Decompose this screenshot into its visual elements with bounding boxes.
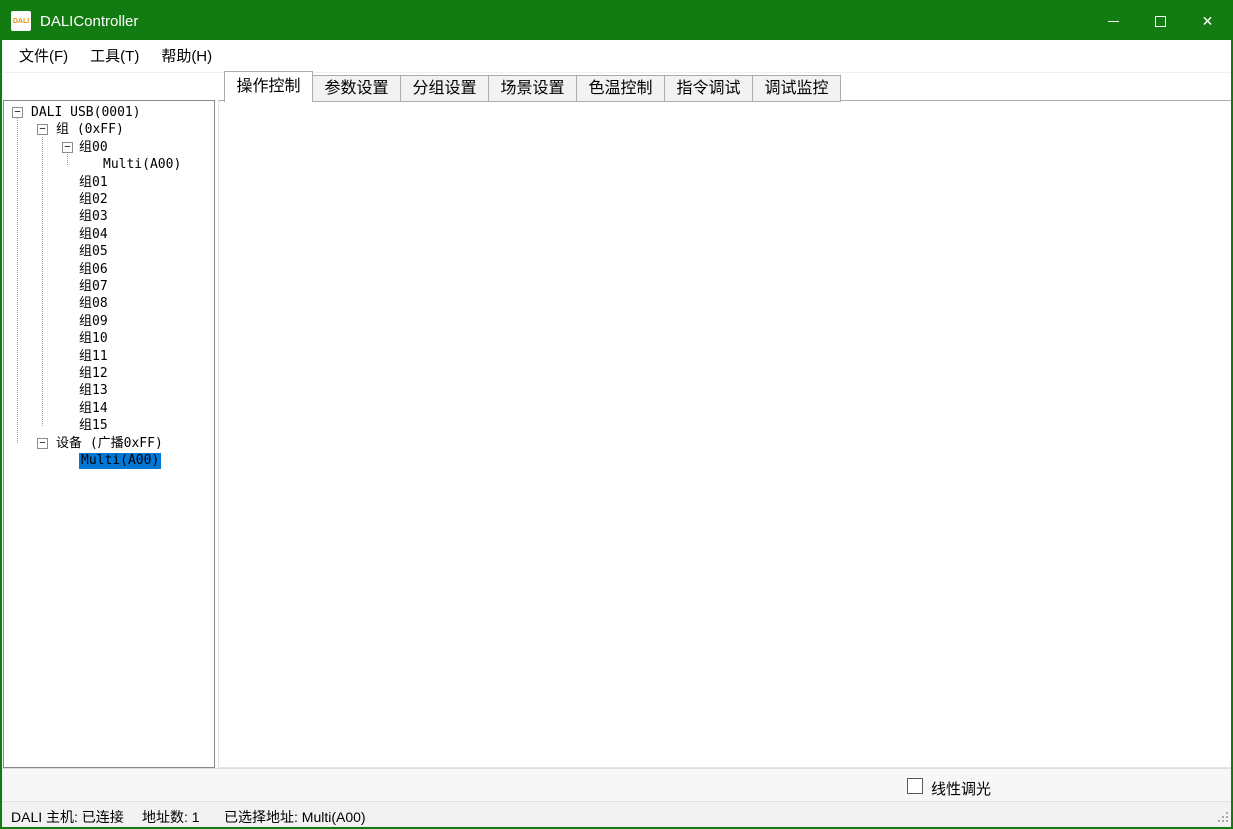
tree-item[interactable]: 组05: [4, 244, 214, 261]
collapse-icon[interactable]: −: [37, 124, 48, 135]
app-icon: DALI: [11, 11, 31, 31]
status-selected-address: 已选择地址: Multi(A00): [224, 807, 366, 827]
tree-item-label[interactable]: 组07: [79, 279, 108, 295]
tree-item[interactable]: 组15: [4, 418, 214, 435]
tree-item[interactable]: −组 (0xFF): [4, 122, 214, 139]
tab-5[interactable]: 指令调试: [664, 75, 753, 102]
tab-0[interactable]: 操作控制: [224, 71, 313, 102]
tree-item-label[interactable]: DALI USB(0001): [31, 105, 141, 121]
window-controls: ✕: [1090, 2, 1231, 40]
tab-1[interactable]: 参数设置: [312, 75, 401, 102]
tree-item[interactable]: 组02: [4, 192, 214, 209]
tree-item[interactable]: 组10: [4, 331, 214, 348]
tab-2[interactable]: 分组设置: [400, 75, 489, 102]
app-window: DALI DALIController ✕ 文件(F)工具(T)帮助(H) 操作…: [0, 0, 1233, 829]
tree-item[interactable]: 组12: [4, 366, 214, 383]
collapse-icon[interactable]: −: [37, 438, 48, 449]
tree-item[interactable]: 组07: [4, 279, 214, 296]
statusbar: DALI 主机: 已连接 地址数: 1 已选择地址: Multi(A00): [2, 801, 1231, 827]
maximize-button[interactable]: [1137, 2, 1184, 40]
tree-item-label[interactable]: Multi(A00): [79, 453, 161, 469]
tree-item[interactable]: 组04: [4, 227, 214, 244]
tree-item[interactable]: −DALI USB(0001): [4, 105, 214, 122]
tree-item-label[interactable]: 组01: [79, 175, 108, 191]
tree-item[interactable]: 组11: [4, 349, 214, 366]
tree-item[interactable]: 组14: [4, 401, 214, 418]
tree-item-label[interactable]: 组15: [79, 418, 108, 434]
collapse-icon[interactable]: −: [62, 142, 73, 153]
tab-3[interactable]: 场景设置: [488, 75, 577, 102]
linear-dimming-label: 线性调光: [931, 778, 991, 799]
menu-item-1[interactable]: 工具(T): [79, 40, 150, 73]
tree-item[interactable]: 组13: [4, 383, 214, 400]
tree-item-label[interactable]: 设备 (广播0xFF): [56, 436, 163, 452]
tree-item[interactable]: 组08: [4, 296, 214, 313]
tree-item-label[interactable]: 组09: [79, 314, 108, 330]
tree-item-label[interactable]: 组04: [79, 227, 108, 243]
collapse-icon[interactable]: −: [12, 107, 23, 118]
tree-item-label[interactable]: 组 (0xFF): [56, 122, 124, 138]
menu-item-0[interactable]: 文件(F): [8, 40, 79, 73]
titlebar: DALI DALIController ✕: [2, 2, 1231, 40]
tree-item-label[interactable]: 组14: [79, 401, 108, 417]
resize-grip-icon[interactable]: [1218, 820, 1220, 822]
tree-item[interactable]: Multi(A00): [4, 157, 214, 174]
tree-item-label[interactable]: 组03: [79, 209, 108, 225]
tree-item-label[interactable]: 组12: [79, 366, 108, 382]
maximize-icon: [1155, 16, 1166, 27]
menu-item-2[interactable]: 帮助(H): [150, 40, 223, 73]
tree-item-label[interactable]: 组13: [79, 383, 108, 399]
window-title: DALIController: [40, 13, 138, 30]
tree-item-label[interactable]: 组00: [79, 140, 108, 156]
close-icon: ✕: [1202, 14, 1214, 28]
tree-item-label[interactable]: 组05: [79, 244, 108, 260]
tree-item-label[interactable]: 组02: [79, 192, 108, 208]
tree-item[interactable]: 组06: [4, 262, 214, 279]
tree-item[interactable]: 组03: [4, 209, 214, 226]
status-host-connection: DALI 主机: 已连接: [11, 807, 124, 827]
linear-dimming-checkbox[interactable]: [907, 778, 923, 794]
tree-item[interactable]: 组01: [4, 175, 214, 192]
tree-item-label[interactable]: Multi(A00): [103, 157, 181, 173]
option-strip: 线性调光: [2, 768, 1231, 801]
minimize-button[interactable]: [1090, 2, 1137, 40]
menubar: 文件(F)工具(T)帮助(H): [2, 40, 1231, 73]
tree-item-label[interactable]: 组08: [79, 296, 108, 312]
tab-page: [218, 100, 1233, 768]
device-tree: −DALI USB(0001)−组 (0xFF)−组00Multi(A00)组0…: [3, 100, 215, 768]
tab-6[interactable]: 调试监控: [752, 75, 841, 102]
status-address-count: 地址数: 1: [142, 807, 200, 827]
tree-item[interactable]: −设备 (广播0xFF): [4, 436, 214, 453]
tab-4[interactable]: 色温控制: [576, 75, 665, 102]
app-icon-text: DALI: [13, 18, 29, 25]
close-button[interactable]: ✕: [1184, 2, 1231, 40]
minimize-icon: [1108, 21, 1119, 22]
tree-item[interactable]: 组09: [4, 314, 214, 331]
tree-item-label[interactable]: 组11: [79, 349, 108, 365]
tree-item-label[interactable]: 组06: [79, 262, 108, 278]
tree-item[interactable]: −组00: [4, 140, 214, 157]
tab-strip: 操作控制参数设置分组设置场景设置色温控制指令调试调试监控: [218, 71, 841, 102]
tree-item-label[interactable]: 组10: [79, 331, 108, 347]
tree-item[interactable]: Multi(A00): [4, 453, 214, 470]
